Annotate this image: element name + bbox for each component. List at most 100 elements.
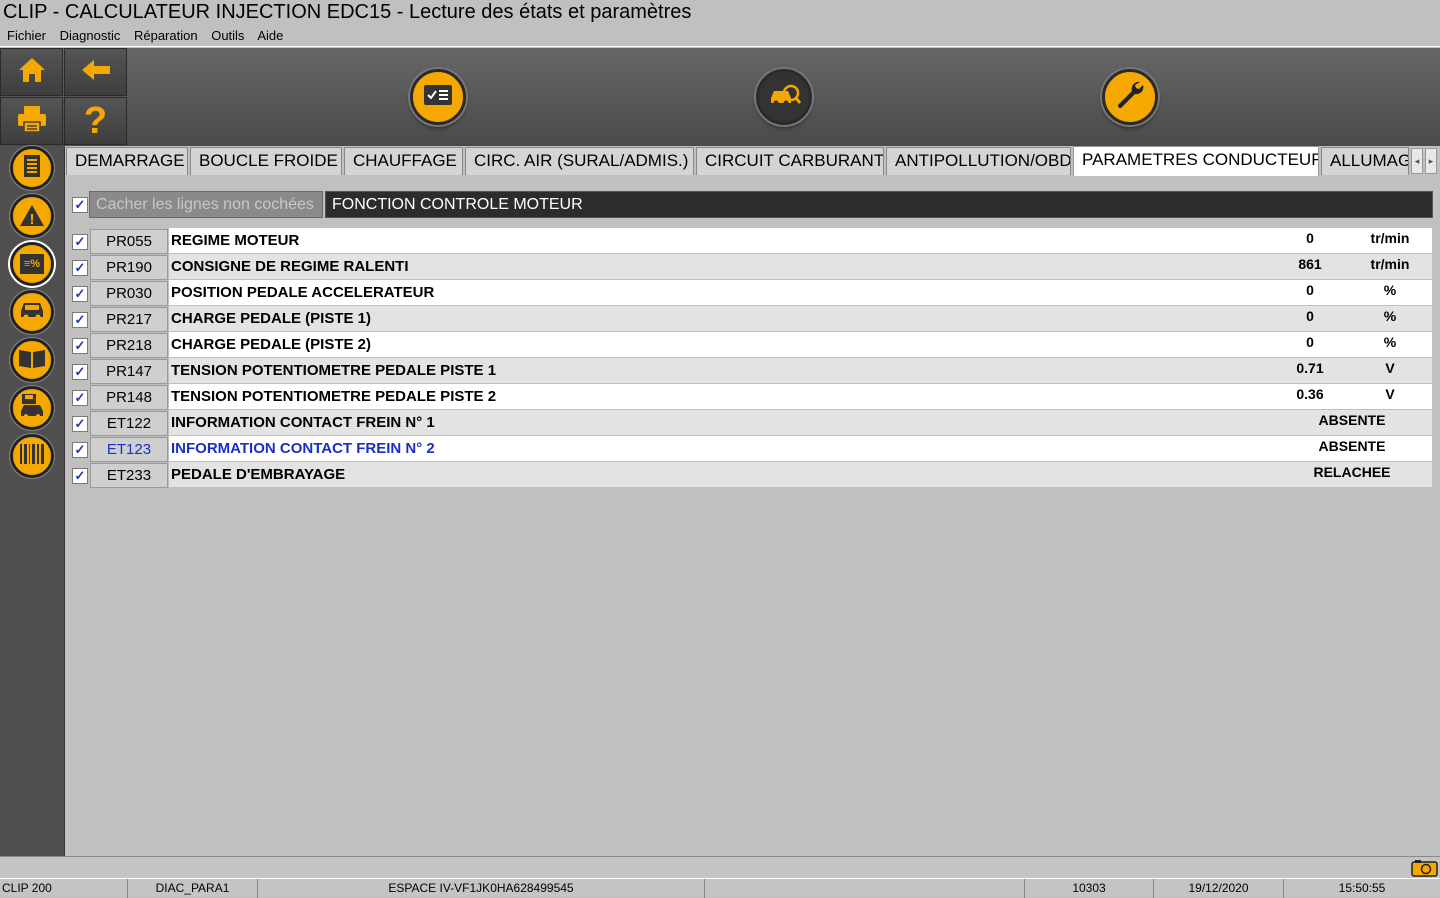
warning-glyph: ! <box>29 210 35 228</box>
row-unit: % <box>1383 308 1397 324</box>
row-unit: % <box>1383 334 1397 350</box>
table-row[interactable]: ✓ ET123 INFORMATION CONTACT FREIN N° 2 A… <box>70 436 1432 462</box>
row-checkbox[interactable]: ✓ <box>72 260 88 276</box>
table-row[interactable]: ✓ PR055 REGIME MOTEUR 0 tr/min <box>70 228 1432 254</box>
sidebar-barcode-button[interactable] <box>10 434 54 478</box>
table-row[interactable]: ✓ PR190 CONSIGNE DE REGIME RALENTI 861 t… <box>70 254 1432 280</box>
sidebar-document-button[interactable] <box>10 146 54 190</box>
row-code[interactable]: ET122 <box>90 411 168 436</box>
row-checkbox[interactable]: ✓ <box>72 234 88 250</box>
parameters-icon: ≡% <box>19 253 45 275</box>
parameters-glyph: ≡% <box>23 258 41 270</box>
row-checkbox[interactable]: ✓ <box>72 286 88 302</box>
tab-allumage[interactable]: ALLUMAGE <box>1321 147 1409 175</box>
table-row[interactable]: ✓ ET122 INFORMATION CONTACT FREIN N° 1 A… <box>70 410 1432 436</box>
status-device: CLIP 200 <box>0 879 128 898</box>
printer-icon <box>16 104 48 139</box>
menu-bar: Fichier Diagnostic Réparation Outils Aid… <box>0 26 1440 47</box>
table-row[interactable]: ✓ PR147 TENSION POTENTIOMETRE PEDALE PIS… <box>70 358 1432 384</box>
hide-unchecked-checkbox[interactable]: ✓ <box>72 197 88 213</box>
row-label: INFORMATION CONTACT FREIN N° 2 <box>169 436 1432 461</box>
row-label: CHARGE PEDALE (PISTE 1) <box>169 306 1432 331</box>
sidebar-parameters-button[interactable]: ≡% <box>10 242 54 286</box>
row-checkbox[interactable]: ✓ <box>72 468 88 484</box>
tab-chauffage[interactable]: CHAUFFAGE <box>344 147 463 175</box>
table-row[interactable]: ✓ ET233 PEDALE D'EMBRAYAGE RELACHEE <box>70 462 1432 488</box>
sidebar-warning-button[interactable]: ! <box>10 194 54 238</box>
document-icon <box>22 154 42 183</box>
status-blank <box>705 879 1025 898</box>
tab-circ-air[interactable]: CIRC. AIR (SURAL/ADMIS.) <box>465 147 694 175</box>
row-unit: V <box>1385 386 1395 402</box>
wrench-button[interactable] <box>1102 69 1158 125</box>
menu-outils[interactable]: Outils <box>211 28 244 43</box>
tab-scroll-right-button[interactable]: ▸ <box>1425 148 1437 174</box>
status-toolbar <box>0 856 1440 878</box>
row-unit: V <box>1385 360 1395 376</box>
back-button[interactable] <box>64 48 127 96</box>
sidebar-manual-button[interactable] <box>10 338 54 382</box>
tab-demarrage[interactable]: DEMARRAGE <box>66 147 188 175</box>
row-code[interactable]: PR055 <box>90 229 168 254</box>
barcode-icon <box>19 443 45 470</box>
row-unit <box>1355 462 1425 487</box>
tab-bar: DEMARRAGE BOUCLE FROIDE CHAUFFAGE CIRC. … <box>65 146 1440 176</box>
row-checkbox[interactable]: ✓ <box>72 390 88 406</box>
tab-circuit-carburant[interactable]: CIRCUIT CARBURANT <box>696 147 884 175</box>
checklist-button[interactable] <box>410 69 466 125</box>
print-button[interactable] <box>0 97 63 145</box>
row-checkbox[interactable]: ✓ <box>72 312 88 328</box>
row-code[interactable]: ET123 <box>90 437 168 462</box>
vehicle-scan-icon <box>767 82 802 113</box>
row-code[interactable]: PR148 <box>90 385 168 410</box>
menu-aide[interactable]: Aide <box>257 28 283 43</box>
row-code[interactable]: PR030 <box>90 281 168 306</box>
table-row[interactable]: ✓ PR030 POSITION PEDALE ACCELERATEUR 0 % <box>70 280 1432 306</box>
row-label: CHARGE PEDALE (PISTE 2) <box>169 332 1432 357</box>
checklist-icon <box>423 84 453 111</box>
tab-parametres-conducteur[interactable]: PARAMETRES CONDUCTEUR <box>1073 146 1319 176</box>
table-row[interactable]: ✓ PR148 TENSION POTENTIOMETRE PEDALE PIS… <box>70 384 1432 410</box>
row-code[interactable]: PR218 <box>90 333 168 358</box>
wrench-icon <box>1114 79 1146 116</box>
row-code[interactable]: PR147 <box>90 359 168 384</box>
row-label: TENSION POTENTIOMETRE PEDALE PISTE 2 <box>169 384 1432 409</box>
table-row[interactable]: ✓ PR217 CHARGE PEDALE (PISTE 1) 0 % <box>70 306 1432 332</box>
row-label: INFORMATION CONTACT FREIN N° 1 <box>169 410 1432 435</box>
menu-reparation[interactable]: Réparation <box>134 28 198 43</box>
row-label: REGIME MOTEUR <box>169 228 1432 253</box>
tab-scroll-left-button[interactable]: ◂ <box>1411 148 1423 174</box>
hide-unchecked-button[interactable]: Cacher les lignes non cochées <box>89 191 323 218</box>
main-panel: DEMARRAGE BOUCLE FROIDE CHAUFFAGE CIRC. … <box>65 146 1440 856</box>
table-row[interactable]: ✓ PR218 CHARGE PEDALE (PISTE 2) 0 % <box>70 332 1432 358</box>
row-unit: % <box>1383 282 1397 298</box>
tab-antipollution-obd[interactable]: ANTIPOLLUTION/OBD <box>886 147 1071 175</box>
row-code[interactable]: ET233 <box>90 463 168 488</box>
screenshot-button[interactable] <box>1411 859 1438 877</box>
menu-diagnostic[interactable]: Diagnostic <box>60 28 121 43</box>
row-unit: tr/min <box>1370 256 1410 272</box>
sidebar: ! ≡% <box>0 146 65 856</box>
manual-icon <box>18 347 46 374</box>
row-checkbox[interactable]: ✓ <box>72 416 88 432</box>
save-vehicle-icon <box>18 393 46 424</box>
row-code[interactable]: PR190 <box>90 255 168 280</box>
sidebar-save-button[interactable] <box>10 386 54 430</box>
row-checkbox[interactable]: ✓ <box>72 338 88 354</box>
status-session: DIAC_PARA1 <box>128 879 258 898</box>
sidebar-vehicle-button[interactable] <box>10 290 54 334</box>
vehicle-icon <box>18 299 46 326</box>
home-button[interactable] <box>0 48 63 96</box>
row-checkbox[interactable]: ✓ <box>72 364 88 380</box>
filter-row: ✓ Cacher les lignes non cochées FONCTION… <box>70 191 1433 219</box>
status-code: 10303 <box>1025 879 1154 898</box>
row-checkbox[interactable]: ✓ <box>72 442 88 458</box>
toolbar: ? <box>0 48 1440 146</box>
window-title: CLIP - CALCULATEUR INJECTION EDC15 - Lec… <box>0 0 1440 26</box>
help-icon: ? <box>83 100 108 142</box>
row-code[interactable]: PR217 <box>90 307 168 332</box>
help-button[interactable]: ? <box>64 97 127 145</box>
tab-boucle-froide[interactable]: BOUCLE FROIDE <box>190 147 342 175</box>
vehicle-scan-button[interactable] <box>756 69 812 125</box>
menu-fichier[interactable]: Fichier <box>7 28 46 43</box>
